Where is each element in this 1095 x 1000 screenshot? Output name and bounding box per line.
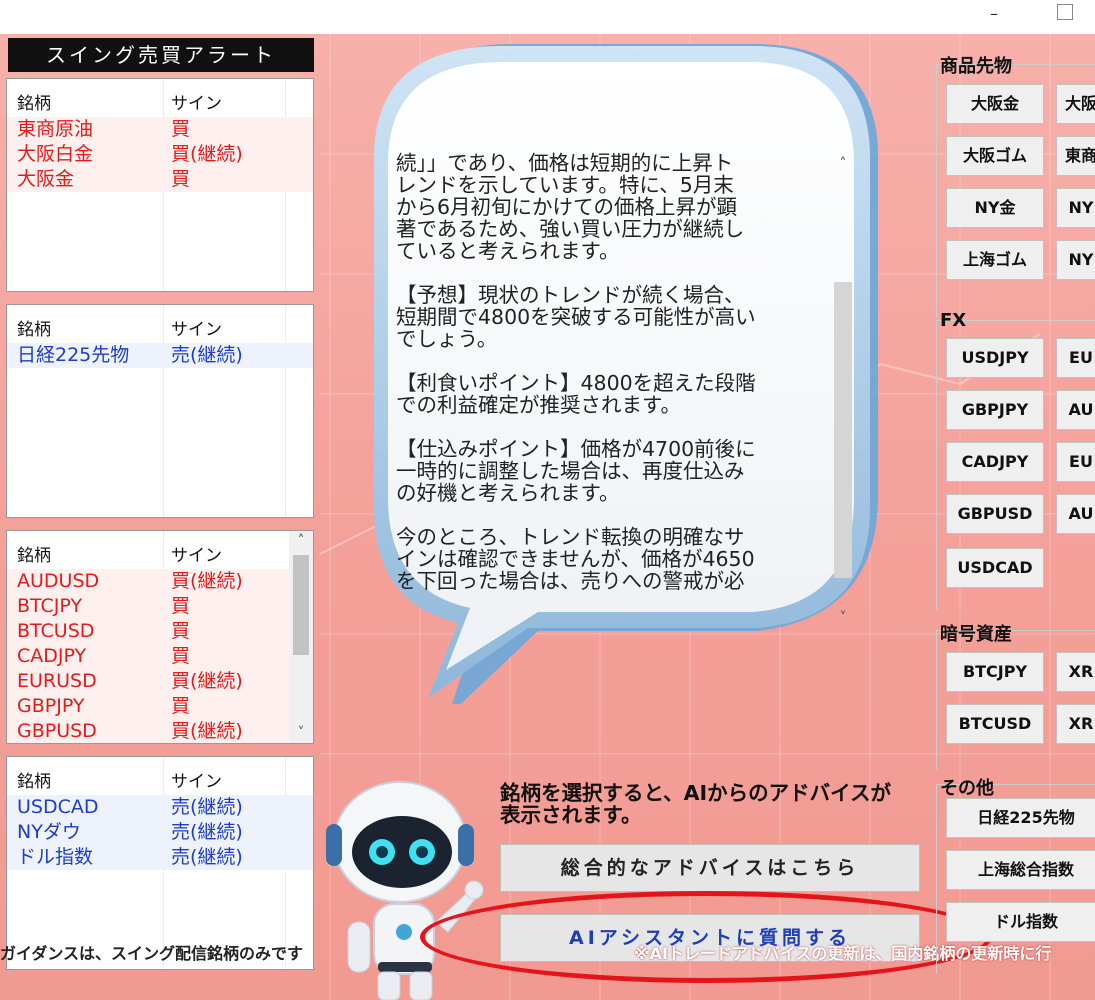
table-row[interactable]: 日経225先物 売(継続) xyxy=(7,343,313,368)
btn-shanghai-rubber[interactable]: 上海ゴム xyxy=(946,240,1044,280)
btn-aud-2[interactable]: AU xyxy=(1056,494,1095,534)
btn-eur-2[interactable]: EU xyxy=(1056,442,1095,482)
table-header: 銘柄 サイン xyxy=(7,531,313,569)
advice-line: 今のところ、トレンド転換の明確なサ xyxy=(396,525,745,549)
scroll-up-icon[interactable]: ˄ xyxy=(289,531,313,551)
advice-line xyxy=(396,504,826,526)
table-header: 銘柄 サイン xyxy=(7,305,313,343)
column-header-sign: サイン xyxy=(171,94,222,114)
table-row[interactable]: BTCUSD 買 xyxy=(7,619,289,644)
index-alert-table: 銘柄 サイン 日経225先物 売(継続) xyxy=(6,304,314,518)
advice-line: でしょう。 xyxy=(396,327,498,351)
column-header-sign: サイン xyxy=(171,546,222,566)
advice-line: の好機と考えられます。 xyxy=(396,481,620,505)
table-row[interactable]: EURUSD 買(継続) xyxy=(7,669,289,694)
advice-line: 著であるため、強い買い圧力が継続し xyxy=(396,217,745,241)
advice-line: から6月初旬にかけての価格上昇が顕 xyxy=(396,195,738,219)
btn-btcusd[interactable]: BTCUSD xyxy=(946,704,1044,744)
table-row[interactable]: ドル指数 売(継続) xyxy=(7,845,313,870)
crypto-label: 暗号資産 xyxy=(940,624,1012,645)
title-bar: – xyxy=(0,0,1095,34)
advice-line: 一時的に調整した場合は、再度仕込み xyxy=(396,459,745,483)
table-row[interactable]: 大阪白金 買(継続) xyxy=(7,142,313,167)
table-row[interactable]: USDCAD 売(継続) xyxy=(7,795,313,820)
advice-line: 【予想】現状のトレンドが続く場合、 xyxy=(396,283,745,307)
scroll-down-icon[interactable]: ˅ xyxy=(832,606,854,630)
btn-gbpusd[interactable]: GBPUSD xyxy=(946,494,1044,534)
scroll-thumb[interactable] xyxy=(834,282,852,578)
btn-usdjpy[interactable]: USDJPY xyxy=(946,338,1044,378)
advice-line xyxy=(396,416,826,438)
btn-btcjpy[interactable]: BTCJPY xyxy=(946,652,1044,692)
advice-line xyxy=(396,350,826,372)
table-row[interactable]: GBPUSD 買(継続) xyxy=(7,719,289,743)
advice-line: インは確認できませんが、価格が4650 xyxy=(396,547,755,571)
table-row[interactable]: NYダウ 売(継続) xyxy=(7,820,313,845)
btn-osaka-rubber[interactable]: 大阪ゴム xyxy=(946,136,1044,176)
advice-line: 続」」であり、価格は短期的に上昇ト xyxy=(396,152,734,175)
btn-gbpjpy[interactable]: GBPJPY xyxy=(946,390,1044,430)
column-header-name: 銘柄 xyxy=(17,320,51,340)
advice-line: レンドを示しています。特に、5月末 xyxy=(396,173,734,197)
btn-osaka-gold[interactable]: 大阪金 xyxy=(946,84,1044,124)
advice-line: 【利食いポイント】4800を超えた段階 xyxy=(396,371,756,395)
btn-ny-gold[interactable]: NY金 xyxy=(946,188,1044,228)
btn-dollar-index[interactable]: ドル指数 xyxy=(946,902,1095,942)
commodity-alert-table: 銘柄 サイン 東商原油買 大阪白金 買(継続) 大阪金買 xyxy=(6,78,314,292)
advice-line: 【仕込みポイント】価格が4700前後に xyxy=(396,437,756,461)
btn-osaka-platinum[interactable]: 大阪 xyxy=(1056,84,1095,124)
commodities-label: 商品先物 xyxy=(940,56,1012,77)
btn-ny-2[interactable]: NY xyxy=(1056,188,1095,228)
minimize-button[interactable]: – xyxy=(984,4,1004,24)
swing-alert-title: スイング売買アラート xyxy=(8,38,314,72)
btn-ny-3[interactable]: NY xyxy=(1056,240,1095,280)
table-row[interactable]: 大阪金買 xyxy=(7,167,313,192)
column-header-sign: サイン xyxy=(171,772,222,792)
advice-line: 短期間で4800を突破する可能性が高い xyxy=(396,305,756,329)
fx-label: FX xyxy=(940,310,967,331)
crypto-section xyxy=(936,630,1095,770)
btn-aud-1[interactable]: AU xyxy=(1056,390,1095,430)
table-row[interactable]: 東商原油買 xyxy=(7,117,313,142)
table-header: 銘柄 サイン xyxy=(7,757,313,795)
advice-line: での利益確定が推奨されます。 xyxy=(396,393,681,417)
table-row[interactable]: AUDUSD 買(継続) xyxy=(7,569,289,594)
advice-line xyxy=(396,262,826,284)
btn-eur-1[interactable]: EU xyxy=(1056,338,1095,378)
column-header-name: 銘柄 xyxy=(17,546,51,566)
table-scrollbar[interactable]: ˄ ˅ xyxy=(289,531,313,743)
general-advice-button[interactable]: 総合的なアドバイスはこちら xyxy=(500,844,920,892)
app-main: スイング売買アラート 銘柄 サイン 東商原油買 大阪白金 買(継続) 大阪金買 銘… xyxy=(0,34,1095,1000)
table-row[interactable]: BTCJPY 買 xyxy=(7,594,289,619)
scroll-thumb[interactable] xyxy=(293,555,309,655)
column-header-sign: サイン xyxy=(171,320,222,340)
scroll-up-icon[interactable]: ˄ xyxy=(832,152,854,176)
table-row[interactable]: GBPJPY 買 xyxy=(7,694,289,719)
highlight-annotation xyxy=(420,891,992,983)
btn-xrp-1[interactable]: XR xyxy=(1056,652,1095,692)
btn-nikkei225[interactable]: 日経225先物 xyxy=(946,798,1095,838)
other-label: その他 xyxy=(940,778,994,799)
maximize-button[interactable] xyxy=(1057,4,1073,20)
selection-hint: 銘柄を選択すると、AIからのアドバイスが 表示されます。 xyxy=(500,781,892,827)
advice-line: を下回った場合は、売りへの警戒が必 xyxy=(396,569,745,593)
column-header-name: 銘柄 xyxy=(17,772,51,792)
btn-usdcad[interactable]: USDCAD xyxy=(946,548,1044,588)
btn-cadjpy[interactable]: CADJPY xyxy=(946,442,1044,482)
fx-alert-table: 銘柄 サイン AUDUSD 買(継続) BTCJPY 買 BTCUSD 買 CADJP… xyxy=(6,530,314,744)
btn-shanghai-composite[interactable]: 上海総合指数 xyxy=(946,850,1095,890)
other-alert-table: 銘柄 サイン USDCAD 売(継続) NYダウ 売(継続) ドル指数 売(継続) xyxy=(6,756,314,970)
table-row[interactable]: CADJPY 買 xyxy=(7,644,289,669)
btn-xrp-2[interactable]: XR xyxy=(1056,704,1095,744)
column-header-name: 銘柄 xyxy=(17,94,51,114)
btn-tocom[interactable]: 東商 xyxy=(1056,136,1095,176)
ai-advice-text: 続」」であり、価格は短期的に上昇ト レンドを示しています。特に、5月末 から6月初旬… xyxy=(396,152,826,630)
advice-scrollbar[interactable]: ˄ ˅ xyxy=(832,152,854,630)
advice-line: ていると考えられます。 xyxy=(396,239,620,263)
scroll-down-icon[interactable]: ˅ xyxy=(289,723,313,743)
robot-mascot-icon xyxy=(326,781,484,1000)
table-header: 銘柄 サイン xyxy=(7,79,313,117)
guidance-note: ガイダンスは、スイング配信銘柄のみです xyxy=(0,944,304,963)
